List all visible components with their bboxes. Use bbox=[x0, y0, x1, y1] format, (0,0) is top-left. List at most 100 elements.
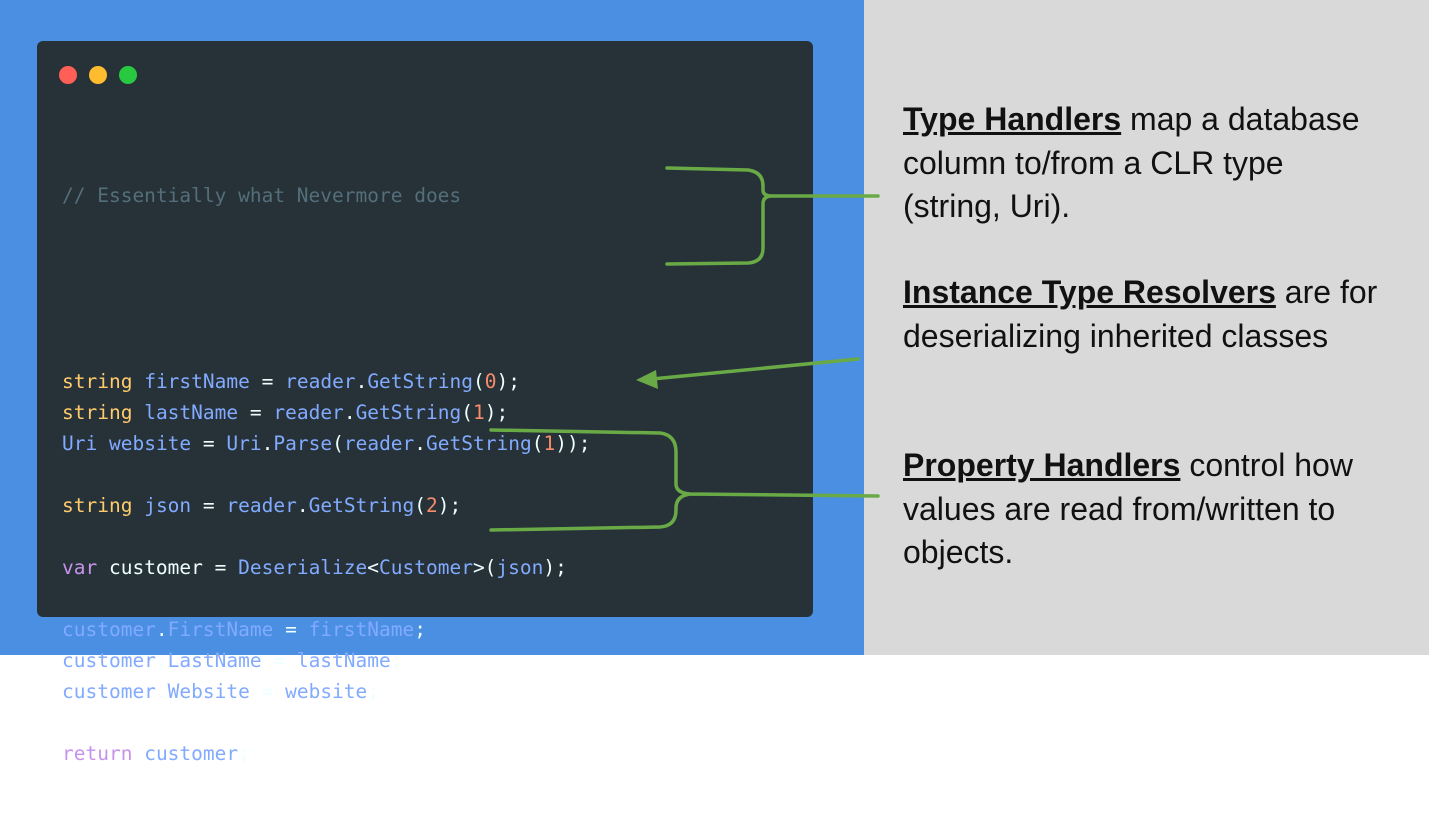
code-token: customer bbox=[62, 649, 156, 672]
code-block: // Essentially what Nevermore does strin… bbox=[62, 118, 590, 831]
minimize-dot-icon bbox=[89, 66, 107, 84]
code-token: ( bbox=[472, 370, 485, 393]
code-token: >( bbox=[472, 556, 497, 579]
instance-resolvers-description: Instance Type Resolvers are for deserial… bbox=[903, 271, 1383, 358]
code-token: lastName bbox=[296, 649, 391, 672]
code-token: = bbox=[238, 401, 274, 424]
code-token: customer bbox=[144, 742, 239, 765]
maximize-dot-icon bbox=[119, 66, 137, 84]
code-line: customer.FirstName = firstName; bbox=[62, 614, 590, 645]
code-token: . bbox=[155, 618, 168, 641]
code-token: ; bbox=[367, 680, 380, 703]
code-token: . bbox=[343, 401, 356, 424]
code-comment: // Essentially what Nevermore does bbox=[62, 184, 462, 207]
code-token: customer bbox=[62, 680, 156, 703]
code-token: return bbox=[62, 742, 133, 765]
property-handlers-description: Property Handlers control how values are… bbox=[903, 444, 1383, 575]
code-token: 2 bbox=[426, 494, 438, 517]
code-token: website bbox=[285, 680, 368, 703]
code-token: )); bbox=[555, 432, 591, 455]
code-token: lastName bbox=[144, 401, 239, 424]
code-token: 1 bbox=[472, 401, 485, 424]
code-token: ( bbox=[332, 432, 344, 455]
code-token: ( bbox=[414, 494, 427, 517]
code-token: . bbox=[296, 494, 309, 517]
code-token: json bbox=[144, 494, 192, 517]
code-token: reader bbox=[273, 401, 344, 424]
code-line: string firstName = reader.GetString(0); bbox=[62, 366, 590, 397]
close-dot-icon bbox=[59, 66, 77, 84]
code-token: Parse bbox=[273, 432, 333, 455]
code-token: . bbox=[355, 370, 368, 393]
code-token: ; bbox=[390, 649, 403, 672]
type-handlers-title: Type Handlers bbox=[903, 101, 1122, 137]
code-token: GetString bbox=[355, 401, 462, 424]
code-token: ); bbox=[543, 556, 567, 579]
code-line: return customer; bbox=[62, 738, 590, 769]
code-window: // Essentially what Nevermore does strin… bbox=[37, 41, 813, 765]
code-lines: string firstName = reader.GetString(0); s… bbox=[62, 366, 590, 769]
code-token: website bbox=[108, 432, 192, 455]
code-token: 0 bbox=[484, 370, 497, 393]
code-token: string bbox=[62, 494, 133, 517]
code-token: . bbox=[261, 432, 274, 455]
code-token: ; bbox=[238, 742, 250, 765]
code-token: customer bbox=[62, 618, 156, 641]
code-token: = bbox=[249, 370, 286, 393]
code-token: = bbox=[261, 649, 297, 672]
code-token: . bbox=[414, 432, 427, 455]
code-token: = bbox=[191, 432, 227, 455]
code-token: < bbox=[367, 556, 380, 579]
code-token: string bbox=[62, 370, 133, 393]
code-token: Deserialize bbox=[238, 556, 368, 579]
code-token: ; bbox=[414, 618, 426, 641]
code-line: Uri website = Uri.Parse(reader.GetString… bbox=[62, 428, 590, 459]
code-token: 1 bbox=[543, 432, 556, 455]
code-token: = bbox=[191, 494, 227, 517]
code-token: LastName bbox=[167, 649, 262, 672]
code-token: Uri bbox=[226, 432, 262, 455]
code-token: reader bbox=[343, 432, 415, 455]
code-token: Website bbox=[167, 680, 250, 703]
code-token: . bbox=[155, 649, 168, 672]
code-token: ); bbox=[496, 370, 520, 393]
code-token: Customer bbox=[379, 556, 473, 579]
code-token: ( bbox=[461, 401, 473, 424]
code-line: var customer = Deserialize<Customer>(jso… bbox=[62, 552, 590, 583]
code-token: Uri bbox=[62, 432, 98, 455]
code-token: GetString bbox=[426, 432, 532, 455]
code-token: firstName bbox=[144, 370, 250, 393]
code-token: . bbox=[155, 680, 168, 703]
instance-resolvers-title: Instance Type Resolvers bbox=[903, 274, 1276, 310]
code-token: customer = bbox=[97, 556, 239, 579]
code-token: FirstName bbox=[167, 618, 274, 641]
code-token: ); bbox=[484, 401, 509, 424]
code-token: ( bbox=[531, 432, 544, 455]
code-line: string lastName = reader.GetString(1); bbox=[62, 397, 590, 428]
type-handlers-description: Type Handlers map a database column to/f… bbox=[903, 98, 1383, 229]
code-line: customer.Website = website; bbox=[62, 676, 590, 707]
code-token: = bbox=[273, 618, 309, 641]
code-token: string bbox=[62, 401, 133, 424]
code-line: string json = reader.GetString(2); bbox=[62, 490, 590, 521]
code-token: reader bbox=[226, 494, 297, 517]
code-line: customer.LastName = lastName; bbox=[62, 645, 590, 676]
code-token: = bbox=[249, 680, 286, 703]
code-token: var bbox=[62, 556, 98, 579]
code-token: json bbox=[496, 556, 544, 579]
property-handlers-title: Property Handlers bbox=[903, 447, 1181, 483]
code-token: ); bbox=[437, 494, 462, 517]
code-token: GetString bbox=[367, 370, 473, 393]
code-token: GetString bbox=[308, 494, 415, 517]
code-token: firstName bbox=[308, 618, 415, 641]
code-token: reader bbox=[285, 370, 356, 393]
